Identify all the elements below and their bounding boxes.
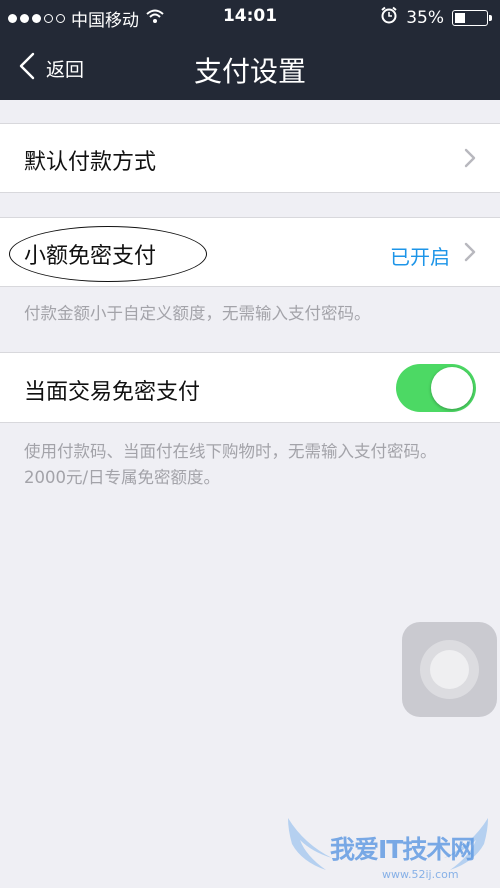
small-amount-status: 已开启	[390, 245, 450, 269]
face-to-face-payment-label: 当面交易免密支付	[24, 380, 201, 405]
highlight-ellipse	[9, 226, 207, 282]
assistive-touch-button[interactable]	[402, 622, 497, 717]
face-to-face-payment-row: 当面交易免密支付	[0, 352, 500, 423]
small-amount-note: 付款金额小于自定义额度，无需输入支付密码。	[24, 304, 371, 323]
chevron-right-icon	[464, 242, 476, 266]
status-right: 35%	[380, 6, 492, 29]
page-title: 支付设置	[193, 55, 306, 88]
assistive-touch-ring	[420, 640, 479, 699]
watermark-url: www.52ij.com	[382, 868, 459, 881]
watermark-text: 我爱IT技术网	[330, 835, 475, 864]
navigation-bar: 返回 支付设置	[0, 34, 500, 100]
alarm-clock-icon	[380, 6, 398, 29]
battery-icon	[452, 9, 492, 26]
battery-percent: 35%	[406, 7, 444, 28]
watermark: 我爱IT技术网 www.52ij.com	[282, 812, 494, 886]
battery-fill	[455, 12, 465, 23]
toggle-knob	[431, 367, 473, 409]
default-payment-label: 默认付款方式	[24, 150, 157, 175]
face-to-face-note: 使用付款码、当面付在线下购物时，无需输入支付密码。2000元/日专属免密额度。	[24, 442, 437, 487]
assistive-touch-core	[430, 650, 469, 689]
default-payment-row[interactable]: 默认付款方式	[0, 123, 500, 193]
face-to-face-toggle[interactable]	[396, 364, 476, 412]
chevron-right-icon	[464, 148, 476, 172]
status-bar: 中国移动 14:01 35%	[0, 0, 500, 34]
